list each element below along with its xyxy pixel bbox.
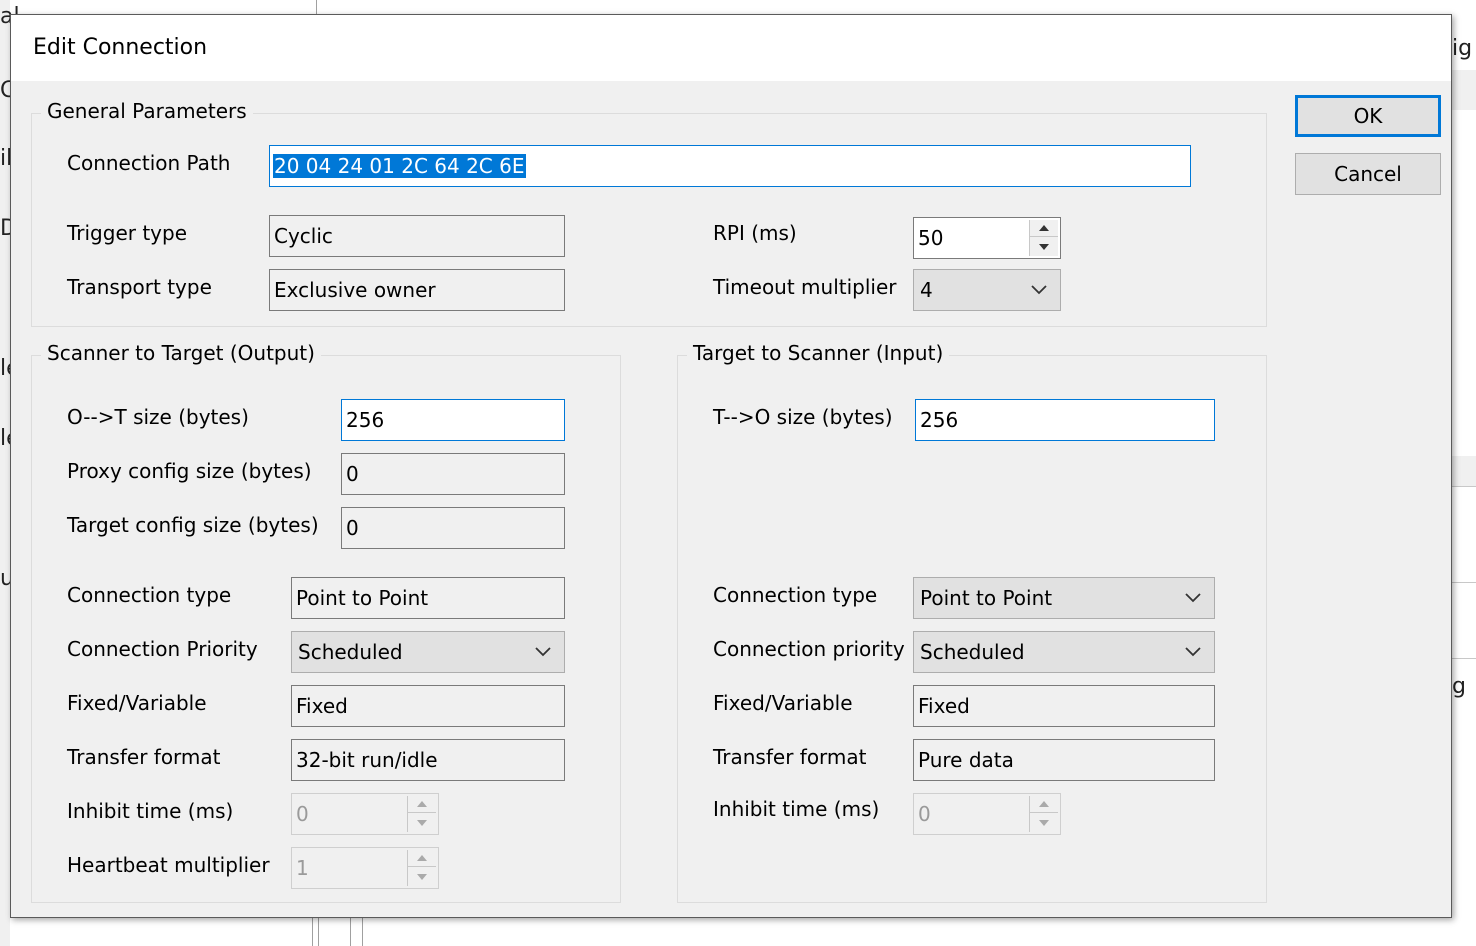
trigger-type-label: Trigger type	[67, 221, 188, 245]
background-text: g	[1452, 674, 1466, 699]
input-connection-type-label: Connection type	[713, 583, 878, 607]
input-inhibit-time-value: 0	[918, 802, 931, 826]
output-connection-priority-value: Scheduled	[298, 640, 403, 664]
rpi-label: RPI (ms)	[713, 221, 797, 245]
input-transfer-format-field: Pure data	[913, 739, 1215, 781]
spin-up-icon[interactable]	[1030, 220, 1058, 237]
background-text: ig	[1452, 36, 1473, 61]
input-connection-type-dropdown[interactable]: Point to Point	[913, 577, 1215, 619]
connection-path-input[interactable]: 20 04 24 01 2C 64 2C 6E	[269, 145, 1191, 187]
output-transfer-format-field: 32-bit run/idle	[291, 739, 565, 781]
target-config-size-field: 0	[341, 507, 565, 549]
input-connection-priority-label: Connection priority	[713, 637, 905, 661]
connection-path-label: Connection Path	[67, 151, 231, 175]
input-connection-priority-value: Scheduled	[920, 640, 1025, 664]
output-inhibit-time-spinner: 0	[291, 793, 439, 835]
transport-type-field: Exclusive owner	[269, 269, 565, 311]
transport-type-label: Transport type	[67, 275, 212, 299]
output-inhibit-time-label: Inhibit time (ms)	[67, 799, 234, 823]
output-inhibit-spin-buttons	[407, 796, 436, 832]
general-parameters-legend: General Parameters	[41, 99, 253, 123]
ok-button[interactable]: OK	[1295, 95, 1441, 137]
proxy-config-size-label: Proxy config size (bytes)	[67, 459, 312, 483]
input-transfer-format-label: Transfer format	[713, 745, 867, 769]
connection-path-value: 20 04 24 01 2C 64 2C 6E	[273, 154, 526, 178]
spin-down-icon	[1030, 814, 1058, 831]
rpi-value: 50	[918, 226, 944, 250]
input-inhibit-time-spinner: 0	[913, 793, 1061, 835]
chevron-down-icon	[1185, 593, 1201, 603]
ot-size-label: O-->T size (bytes)	[67, 405, 249, 429]
timeout-multiplier-value: 4	[920, 278, 933, 302]
output-legend: Scanner to Target (Output)	[41, 341, 321, 365]
output-connection-priority-dropdown[interactable]: Scheduled	[291, 631, 565, 673]
ot-size-input[interactable]: 256	[341, 399, 565, 441]
output-connection-priority-label: Connection Priority	[67, 637, 258, 661]
spin-down-icon	[408, 868, 436, 885]
heartbeat-multiplier-spinner: 1	[291, 847, 439, 889]
output-connection-type-field: Point to Point	[291, 577, 565, 619]
output-fixed-variable-label: Fixed/Variable	[67, 691, 207, 715]
to-size-label: T-->O size (bytes)	[713, 405, 893, 429]
input-inhibit-spin-buttons	[1029, 796, 1058, 832]
input-inhibit-time-label: Inhibit time (ms)	[713, 797, 880, 821]
spin-down-icon[interactable]	[1030, 238, 1058, 255]
edit-connection-dialog: Edit Connection OK Cancel General Parame…	[10, 14, 1452, 918]
input-connection-priority-dropdown[interactable]: Scheduled	[913, 631, 1215, 673]
dialog-title: Edit Connection	[33, 35, 208, 60]
spin-down-icon	[408, 814, 436, 831]
chevron-down-icon	[535, 647, 551, 657]
heartbeat-multiplier-label: Heartbeat multiplier	[67, 853, 270, 877]
chevron-down-icon	[1031, 285, 1047, 295]
chevron-down-icon	[1185, 647, 1201, 657]
rpi-spin-buttons[interactable]	[1029, 220, 1058, 256]
dialog-titlebar[interactable]: Edit Connection	[11, 15, 1451, 81]
input-legend: Target to Scanner (Input)	[687, 341, 950, 365]
rpi-spinner[interactable]: 50	[913, 217, 1061, 259]
timeout-multiplier-dropdown[interactable]: 4	[913, 269, 1061, 311]
input-fixed-variable-label: Fixed/Variable	[713, 691, 853, 715]
input-connection-type-value: Point to Point	[920, 586, 1053, 610]
trigger-type-field: Cyclic	[269, 215, 565, 257]
target-config-size-label: Target config size (bytes)	[67, 513, 319, 537]
heartbeat-multiplier-value: 1	[296, 856, 309, 880]
timeout-multiplier-label: Timeout multiplier	[713, 275, 897, 299]
spin-up-icon	[1030, 796, 1058, 813]
cancel-button[interactable]: Cancel	[1295, 153, 1441, 195]
output-inhibit-time-value: 0	[296, 802, 309, 826]
output-fixed-variable-field: Fixed	[291, 685, 565, 727]
output-connection-type-label: Connection type	[67, 583, 232, 607]
output-transfer-format-label: Transfer format	[67, 745, 221, 769]
proxy-config-size-field: 0	[341, 453, 565, 495]
spin-up-icon	[408, 850, 436, 867]
to-size-input[interactable]: 256	[915, 399, 1215, 441]
heartbeat-spin-buttons	[407, 850, 436, 886]
input-fixed-variable-field: Fixed	[913, 685, 1215, 727]
spin-up-icon	[408, 796, 436, 813]
